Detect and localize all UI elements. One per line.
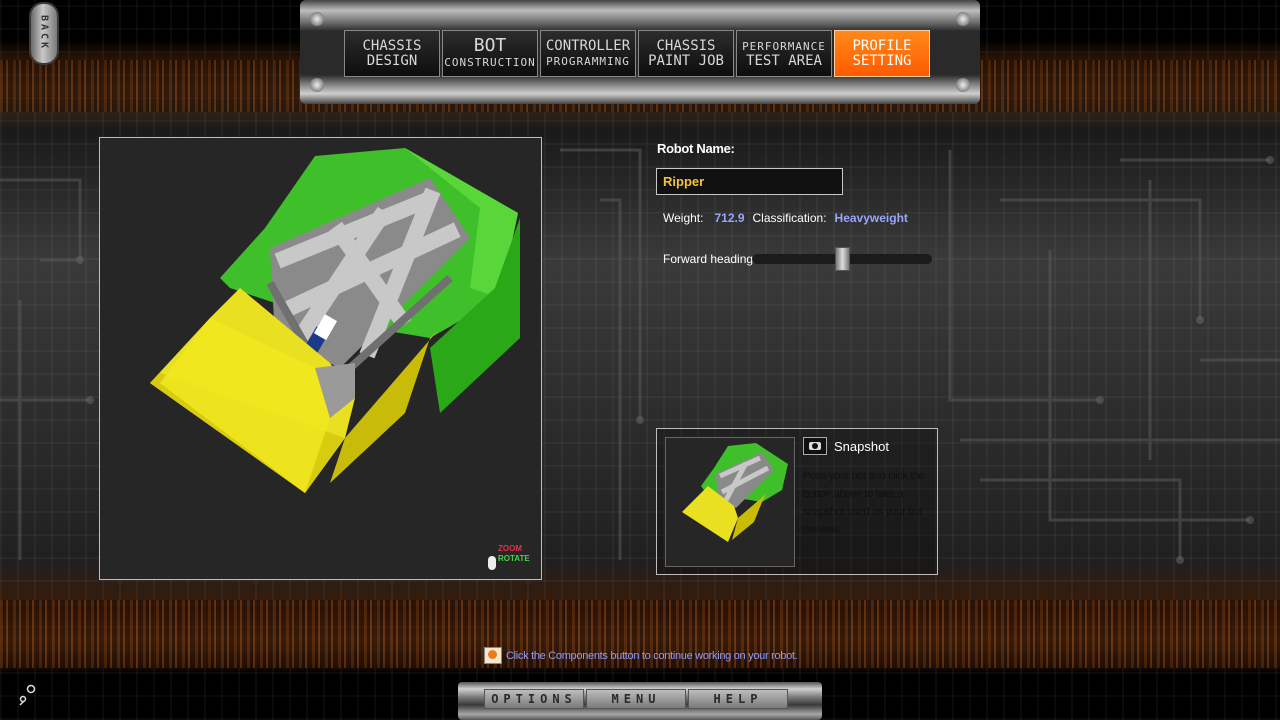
tab-label-line2: PAINT JOB (648, 52, 724, 69)
camera-icon (809, 442, 821, 450)
bolt-icon (956, 78, 970, 92)
snapshot-preview (665, 437, 795, 567)
bolt-icon (310, 12, 324, 26)
snapshot-panel: Snapshot Pose your bot and click the but… (656, 428, 938, 575)
snapshot-button[interactable] (803, 437, 827, 455)
back-button-label: BACK (38, 15, 50, 52)
bottom-menu: OPTIONS MENU HELP (484, 689, 788, 709)
tab-profile-setting[interactable]: PROFILE SETTING (834, 30, 930, 77)
top-nav: CHASSIS DESIGN BOT CONSTRUCTION CONTROLL… (344, 30, 930, 77)
weight-value: 712.9 (714, 211, 745, 225)
menu-button[interactable]: MENU (586, 689, 686, 709)
tab-label-line2: DESIGN (366, 52, 418, 69)
bolt-icon (310, 78, 324, 92)
back-button[interactable]: BACK (29, 2, 59, 65)
tab-controller-programming[interactable]: CONTROLLER PROGRAMMING (540, 30, 636, 77)
weight-label: Weight: (663, 211, 704, 225)
tab-chassis-design[interactable]: CHASSIS DESIGN (344, 30, 440, 77)
snapshot-robot-image (682, 443, 788, 542)
tab-label-line1: CONTROLLER (545, 37, 631, 54)
robot-name-input[interactable] (656, 168, 843, 195)
snapshot-description: Pose your bot and click the button above… (803, 470, 925, 536)
tab-label-line2: SETTING (852, 52, 912, 69)
classification-value: Heavyweight (834, 211, 908, 225)
tab-bot-construction[interactable]: BOT CONSTRUCTION (442, 30, 538, 77)
tab-label-line1: PERFORMANCE (742, 39, 826, 53)
robot-model (150, 148, 520, 493)
robot-name-label: Robot Name: (657, 141, 735, 156)
tab-label-line1: BOT (473, 35, 507, 56)
rotate-hint: ROTATE (498, 554, 530, 563)
tab-label-line1: CHASSIS (656, 37, 716, 54)
settings-icon[interactable] (16, 683, 38, 707)
tips-icon (484, 647, 502, 664)
tab-chassis-paint-job[interactable]: CHASSIS PAINT JOB (638, 30, 734, 77)
zoom-hint: ZOOM (498, 544, 522, 553)
tab-performance-test-area[interactable]: PERFORMANCE TEST AREA (736, 30, 832, 77)
help-button[interactable]: HELP (688, 689, 788, 709)
robot-3d-viewport[interactable]: ZOOM ROTATE (99, 137, 542, 580)
tip-bar: Click the Components button to continue … (484, 647, 798, 664)
weight-row: Weight: 712.9 Classification: Heavyweigh… (663, 211, 908, 225)
options-button[interactable]: OPTIONS (484, 689, 584, 709)
tab-label-line2: TEST AREA (746, 52, 822, 69)
tip-text: Click the Components button to continue … (506, 649, 798, 662)
classification-label: Classification: (752, 211, 827, 225)
bolt-icon (956, 12, 970, 26)
mouse-control-hint: ZOOM ROTATE (486, 542, 536, 576)
forward-heading-slider-thumb[interactable] (834, 247, 850, 271)
mouse-icon (488, 556, 496, 570)
snapshot-title: Snapshot (834, 439, 889, 454)
forward-heading-label: Forward heading: (663, 252, 757, 266)
tab-label-line2: PROGRAMMING (546, 54, 630, 68)
tab-label-line1: CHASSIS (362, 37, 422, 54)
tab-label-line1: PROFILE (852, 37, 912, 54)
tab-label-line2: CONSTRUCTION (444, 56, 536, 69)
